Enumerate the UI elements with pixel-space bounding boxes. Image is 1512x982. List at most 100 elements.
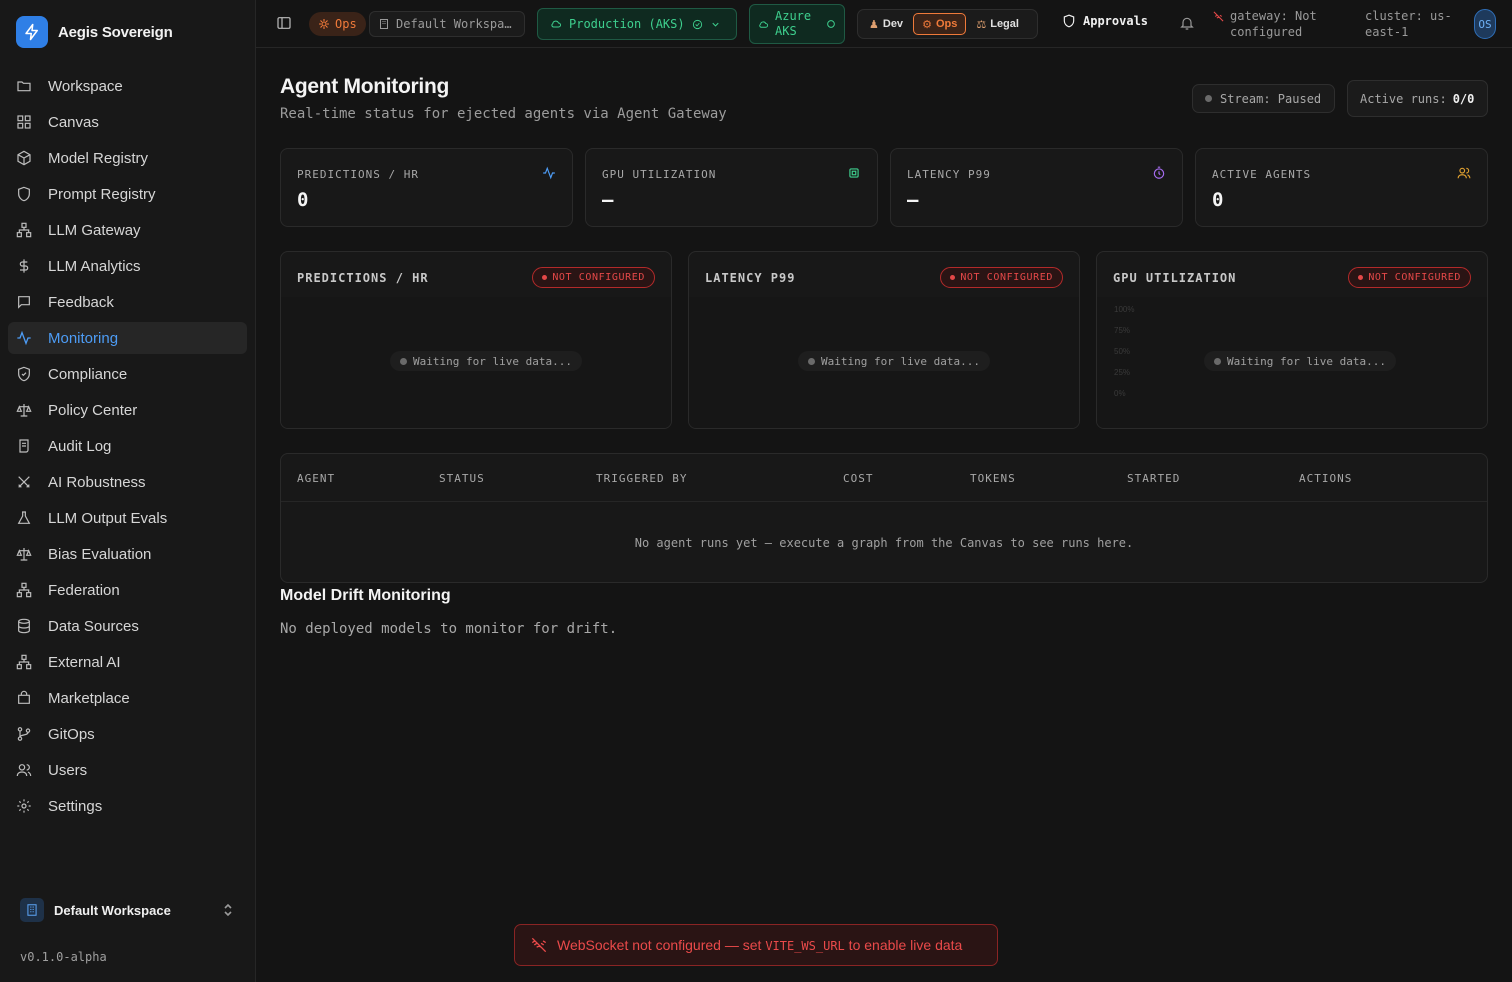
sidebar-item-label: Canvas <box>48 113 99 131</box>
approvals-button[interactable]: Approvals <box>1062 14 1148 28</box>
box-icon <box>16 150 32 166</box>
person-icon: ♟ <box>869 18 879 31</box>
sidebar-item-llm-output-evals[interactable]: LLM Output Evals <box>8 502 247 534</box>
sidebar-item-label: Users <box>48 761 88 779</box>
environment-selector[interactable]: Production (AKS) <box>537 8 737 40</box>
gear-icon: ⚙ <box>922 18 932 31</box>
not-configured-badge: NOT CONFIGURED <box>532 267 655 288</box>
dollar-icon <box>16 258 32 274</box>
sidebar-item-label: Settings <box>48 797 103 815</box>
sidebar-item-federation[interactable]: Federation <box>8 574 247 606</box>
waiting-indicator: Waiting for live data... <box>1204 351 1396 371</box>
y-tick: 100% <box>1114 305 1135 314</box>
sidebar-item-feedback[interactable]: Feedback <box>8 286 247 318</box>
shield-check-icon <box>16 366 32 382</box>
stream-status-badge[interactable]: Stream: Paused <box>1192 84 1335 113</box>
workspace-selector[interactable]: Default Workspa… <box>369 11 525 37</box>
lightning-icon <box>16 16 48 48</box>
sidebar: Aegis Sovereign Workspace Canvas Model R… <box>0 0 256 982</box>
users-icon <box>1457 166 1471 180</box>
database-icon <box>16 618 32 634</box>
chevron-down-icon <box>710 19 721 30</box>
sidebar-nav: Workspace Canvas Model Registry Prompt R… <box>8 70 247 826</box>
sidebar-item-compliance[interactable]: Compliance <box>8 358 247 390</box>
sidebar-item-label: Marketplace <box>48 689 130 707</box>
table-header: AGENT STATUS TRIGGERED BY COST TOKENS ST… <box>281 454 1487 502</box>
network-icon <box>16 582 32 598</box>
workspace-name: Default Workspace <box>54 902 171 918</box>
sidebar-item-users[interactable]: Users <box>8 754 247 786</box>
layout-grid-icon <box>16 114 32 130</box>
building-icon <box>20 898 44 922</box>
building-icon <box>378 18 390 30</box>
sidebar-item-prompt-registry[interactable]: Prompt Registry <box>8 178 247 210</box>
ops-mode-badge[interactable]: Ops <box>309 12 366 36</box>
sidebar-item-workspace[interactable]: Workspace <box>8 70 247 102</box>
cloud-provider-badge[interactable]: Azure AKS <box>749 4 845 44</box>
y-tick: 50% <box>1114 347 1131 356</box>
sidebar-item-llm-analytics[interactable]: LLM Analytics <box>8 250 247 282</box>
stat-card-gpu: GPU UTILIZATION — <box>585 148 878 227</box>
gear-icon <box>318 18 330 30</box>
sidebar-item-audit-log[interactable]: Audit Log <box>8 430 247 462</box>
page-title: Agent Monitoring <box>280 75 449 98</box>
network-icon <box>16 654 32 670</box>
sidebar-item-data-sources[interactable]: Data Sources <box>8 610 247 642</box>
sidebar-item-ai-robustness[interactable]: AI Robustness <box>8 466 247 498</box>
sidebar-item-monitoring[interactable]: Monitoring <box>8 322 247 354</box>
column-header[interactable]: COST <box>843 472 874 485</box>
y-axis-ticks: 100% 75% 50% 25% 0% <box>1114 299 1134 404</box>
sidebar-item-model-registry[interactable]: Model Registry <box>8 142 247 174</box>
network-icon <box>16 222 32 238</box>
bell-icon[interactable] <box>1179 15 1195 31</box>
persona-legal[interactable]: ⚖ Legal <box>968 13 1027 35</box>
sidebar-item-label: Feedback <box>48 293 114 311</box>
sidebar-item-label: LLM Gateway <box>48 221 141 239</box>
column-header[interactable]: TRIGGERED BY <box>596 472 687 485</box>
sidebar-item-gitops[interactable]: GitOps <box>8 718 247 750</box>
check-circle-icon <box>692 19 703 30</box>
waiting-indicator: Waiting for live data... <box>798 351 990 371</box>
sidebar-item-external-ai[interactable]: External AI <box>8 646 247 678</box>
scale-icon <box>16 546 32 562</box>
websocket-warning-toast[interactable]: WebSocket not configured — set VITE_WS_U… <box>514 924 998 966</box>
sidebar-item-label: Prompt Registry <box>48 185 156 203</box>
chart-card-latency: LATENCY P99 NOT CONFIGURED Waiting for l… <box>688 251 1080 429</box>
scroll-icon <box>16 438 32 454</box>
sidebar-item-label: LLM Analytics <box>48 257 141 275</box>
sidebar-item-marketplace[interactable]: Marketplace <box>8 682 247 714</box>
waiting-indicator: Waiting for live data... <box>390 351 582 371</box>
message-icon <box>16 294 32 310</box>
gateway-status: gateway: Not configured <box>1213 8 1343 40</box>
active-runs-badge: Active runs: 0/0 <box>1347 80 1488 117</box>
column-header[interactable]: STARTED <box>1127 472 1180 485</box>
persona-ops[interactable]: ⚙ Ops <box>913 13 967 35</box>
gear-icon <box>16 798 32 814</box>
app-version: v0.1.0-alpha <box>20 950 107 964</box>
status-dot <box>1205 95 1212 102</box>
sidebar-item-bias-evaluation[interactable]: Bias Evaluation <box>8 538 247 570</box>
column-header[interactable]: STATUS <box>439 472 485 485</box>
persona-switcher: ♟ Dev ⚙ Ops ⚖ Legal <box>857 9 1038 39</box>
workspace-switcher[interactable]: Default Workspace <box>12 894 244 926</box>
git-branch-icon <box>16 726 32 742</box>
status-circle-icon <box>826 19 836 29</box>
flask-icon <box>16 510 32 526</box>
brand[interactable]: Aegis Sovereign <box>16 16 173 48</box>
column-header[interactable]: AGENT <box>297 472 335 485</box>
avatar[interactable]: OS <box>1474 9 1496 39</box>
stat-card-predictions: PREDICTIONS / HR 0 <box>280 148 573 227</box>
drift-empty-state: No deployed models to monitor for drift. <box>280 621 618 637</box>
sidebar-item-policy-center[interactable]: Policy Center <box>8 394 247 426</box>
column-header[interactable]: TOKENS <box>970 472 1016 485</box>
page-subtitle: Real-time status for ejected agents via … <box>280 106 727 122</box>
sidebar-item-canvas[interactable]: Canvas <box>8 106 247 138</box>
panel-toggle-icon[interactable] <box>276 14 294 32</box>
sidebar-item-llm-gateway[interactable]: LLM Gateway <box>8 214 247 246</box>
brand-name: Aegis Sovereign <box>58 23 173 41</box>
sidebar-item-label: Bias Evaluation <box>48 545 152 563</box>
sidebar-item-label: Federation <box>48 581 120 599</box>
empty-state: No agent runs yet — execute a graph from… <box>634 536 1134 550</box>
persona-dev[interactable]: ♟ Dev <box>861 13 911 35</box>
sidebar-item-settings[interactable]: Settings <box>8 790 247 822</box>
